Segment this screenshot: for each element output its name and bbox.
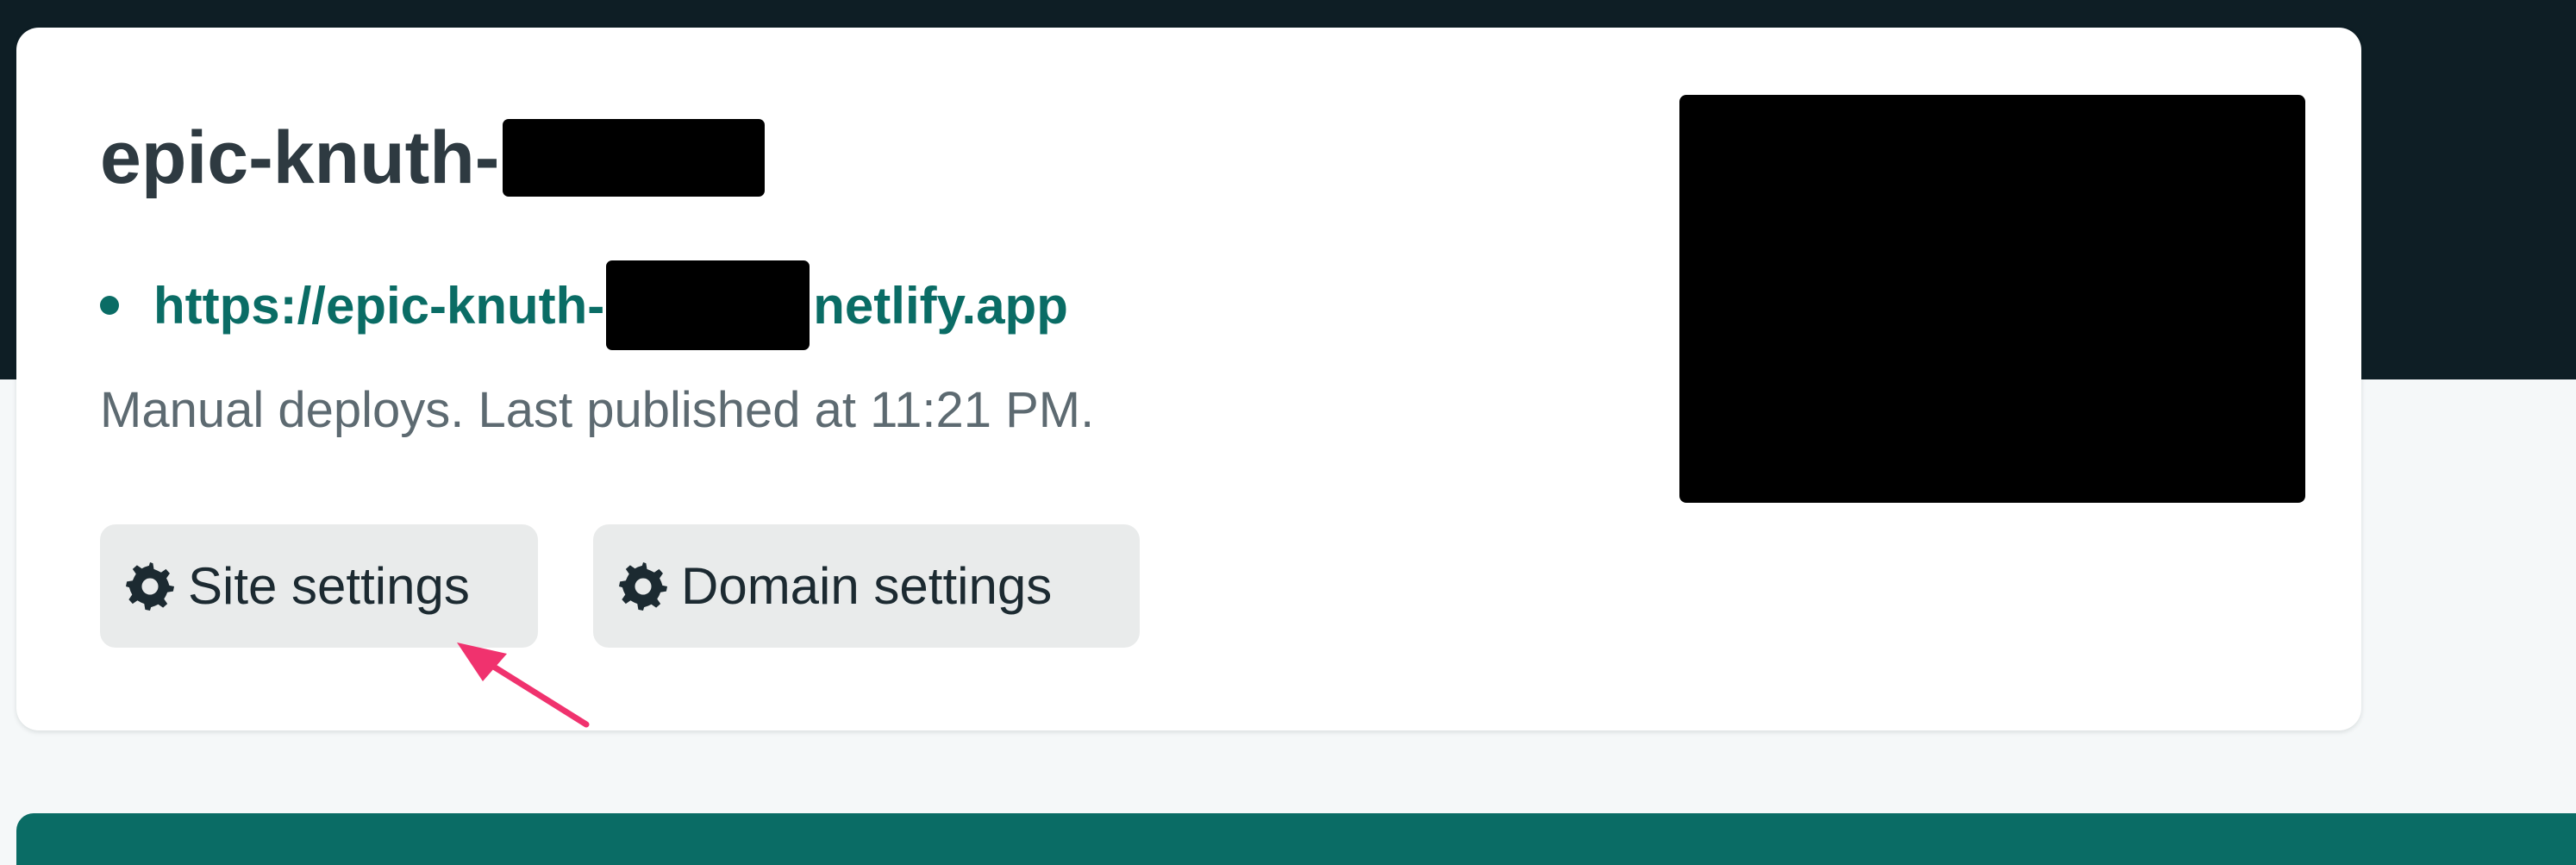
- site-url-link[interactable]: https://epic-knuth- netlify.app: [153, 260, 1068, 350]
- site-name: epic-knuth-: [100, 114, 766, 203]
- deploy-status-text: Manual deploys. Last published at 11:21 …: [100, 382, 1095, 438]
- site-url-prefix: https://epic-knuth-: [153, 276, 605, 335]
- next-section-band: [16, 813, 2576, 865]
- gear-icon: [619, 561, 667, 611]
- redacted-site-preview: [1679, 95, 2305, 503]
- redacted-url-segment: [606, 260, 810, 350]
- domain-settings-button[interactable]: Domain settings: [593, 524, 1140, 648]
- bullet-icon: [100, 296, 119, 315]
- site-url-suffix: netlify.app: [813, 276, 1068, 335]
- domain-settings-label: Domain settings: [681, 557, 1053, 615]
- site-settings-label: Site settings: [188, 557, 470, 615]
- gear-icon: [126, 561, 174, 611]
- redacted-site-name-suffix: [503, 119, 766, 197]
- site-name-text: epic-knuth-: [100, 116, 500, 199]
- annotation-arrow-icon: [457, 642, 590, 728]
- site-overview-card: epic-knuth- https://epic-knuth- netlify.…: [16, 28, 2361, 730]
- site-url-row: https://epic-knuth- netlify.app: [100, 260, 1068, 350]
